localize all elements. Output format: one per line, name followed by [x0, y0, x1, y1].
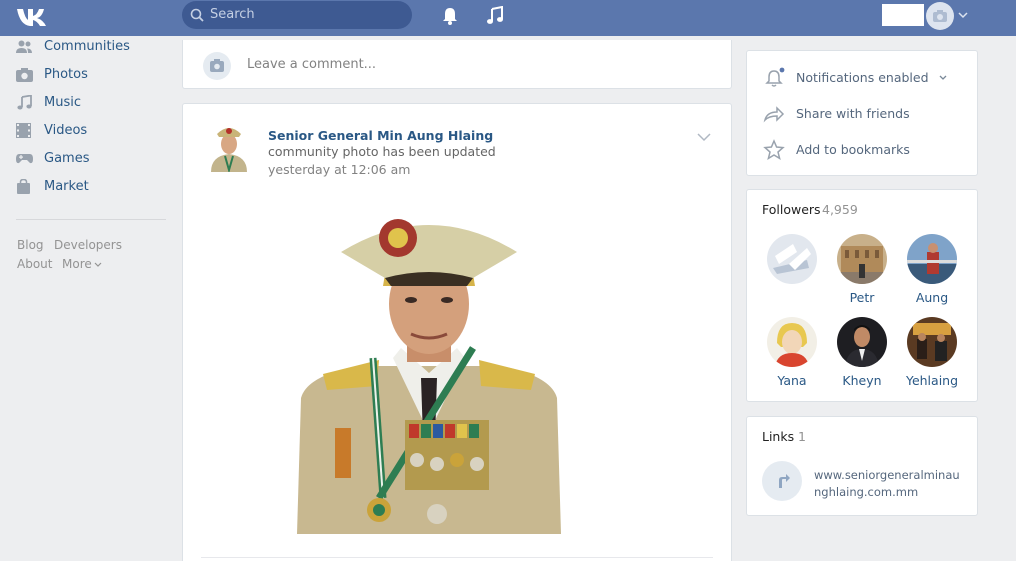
sidebar-item-market[interactable]: Market — [16, 177, 166, 197]
follower-item[interactable]: Kheyn — [829, 317, 895, 388]
search-input[interactable]: Search — [182, 1, 412, 29]
notifications-label: Notifications enabled — [796, 70, 929, 85]
follower-avatar — [767, 317, 817, 367]
follower-name: Petr — [849, 290, 875, 305]
communities-icon — [16, 40, 32, 53]
follower-avatar — [837, 234, 887, 284]
followers-title[interactable]: Followers — [762, 202, 821, 217]
share-label: Share with friends — [796, 106, 910, 121]
camera-icon — [16, 68, 33, 82]
sidebar-item-label: Videos — [44, 123, 88, 138]
arrow-up-right-icon — [779, 474, 790, 488]
music-icon[interactable] — [485, 6, 505, 26]
chevron-down-icon[interactable] — [958, 10, 968, 20]
gamepad-icon — [16, 154, 33, 164]
search-icon — [190, 8, 204, 22]
post-divider — [201, 557, 713, 558]
sidebar-item-label: Music — [44, 95, 81, 110]
follower-avatar — [767, 234, 817, 284]
follower-name: Kheyn — [842, 373, 882, 388]
follower-name: Aung — [915, 290, 949, 305]
comment-input[interactable]: Leave a comment... — [247, 57, 376, 72]
follower-name: Yehlaing — [905, 373, 959, 388]
sidebar-item-games[interactable]: Games — [16, 149, 166, 169]
sidebar-item-label: Market — [44, 179, 89, 194]
share-arrow-icon — [763, 106, 785, 123]
music-icon — [17, 95, 32, 110]
footer-link-developers[interactable]: Developers — [54, 238, 122, 252]
links-panel: Links 1 www.seniorgeneralminaunghlaing.c… — [746, 416, 978, 516]
search-placeholder: Search — [210, 7, 255, 22]
bag-icon — [17, 179, 30, 194]
post-author[interactable]: Senior General Min Aung Hlaing — [268, 128, 493, 143]
camera-icon — [933, 10, 947, 22]
user-name-redacted[interactable] — [882, 4, 924, 26]
sidebar-item-label: Communities — [44, 39, 130, 54]
sidebar-item-music[interactable]: Music — [16, 93, 166, 113]
followers-panel: Followers 4,959 Petr Aung Yana Kheyn Yeh… — [746, 189, 978, 402]
bell-icon[interactable] — [440, 6, 460, 26]
vk-logo-icon[interactable] — [16, 6, 50, 28]
bookmark-label: Add to bookmarks — [796, 142, 910, 157]
bookmark-button[interactable]: Add to bookmarks — [763, 137, 973, 161]
follower-item[interactable]: Petr — [829, 234, 895, 305]
post-photo[interactable] — [297, 208, 561, 534]
links-count: 1 — [798, 429, 806, 444]
chevron-down-icon[interactable] — [697, 132, 711, 142]
chevron-down-icon — [939, 75, 947, 80]
chevron-down-icon[interactable] — [94, 262, 102, 268]
notifications-toggle[interactable]: Notifications enabled — [763, 65, 973, 89]
film-icon — [16, 123, 31, 138]
star-icon — [763, 139, 785, 160]
post-timestamp[interactable]: yesterday at 12:06 am — [268, 162, 410, 177]
follower-item[interactable]: Yana — [759, 317, 825, 388]
follower-item[interactable]: Aung — [899, 234, 965, 305]
author-avatar[interactable] — [207, 120, 251, 172]
links-title[interactable]: Links — [762, 429, 794, 444]
follower-item[interactable] — [759, 234, 825, 304]
comment-box: Leave a comment... — [182, 40, 732, 89]
share-button[interactable]: Share with friends — [763, 101, 973, 125]
footer-link-blog[interactable]: Blog — [17, 238, 44, 252]
sidebar-item-label: Photos — [44, 67, 88, 82]
sidebar-divider — [16, 219, 166, 220]
sidebar-item-videos[interactable]: Videos — [16, 121, 166, 141]
followers-count: 4,959 — [822, 202, 858, 217]
camera-icon — [210, 59, 224, 72]
sidebar-item-photos[interactable]: Photos — [16, 65, 166, 85]
link-url[interactable]: www.seniorgeneralminaunghlaing.com.mm — [814, 467, 964, 501]
follower-avatar — [837, 317, 887, 367]
attach-photo-button[interactable] — [203, 52, 231, 80]
follower-item[interactable]: Yehlaing — [899, 317, 965, 388]
sidebar-item-label: Games — [44, 151, 90, 166]
avatar[interactable] — [926, 2, 954, 30]
bell-icon — [765, 67, 785, 87]
post-subtitle: community photo has been updated — [268, 144, 496, 159]
footer-link-more[interactable]: More — [62, 257, 92, 271]
footer-link-about[interactable]: About — [17, 257, 52, 271]
actions-panel: Notifications enabled Share with friends… — [746, 50, 978, 176]
follower-avatar — [907, 317, 957, 367]
top-bar: Search — [0, 0, 1016, 36]
link-icon-circle[interactable] — [762, 461, 802, 501]
post-card: Senior General Min Aung Hlaing community… — [182, 103, 732, 561]
follower-avatar — [907, 234, 957, 284]
follower-name: Yana — [777, 373, 807, 388]
sidebar-item-communities[interactable]: Communities — [16, 37, 166, 57]
